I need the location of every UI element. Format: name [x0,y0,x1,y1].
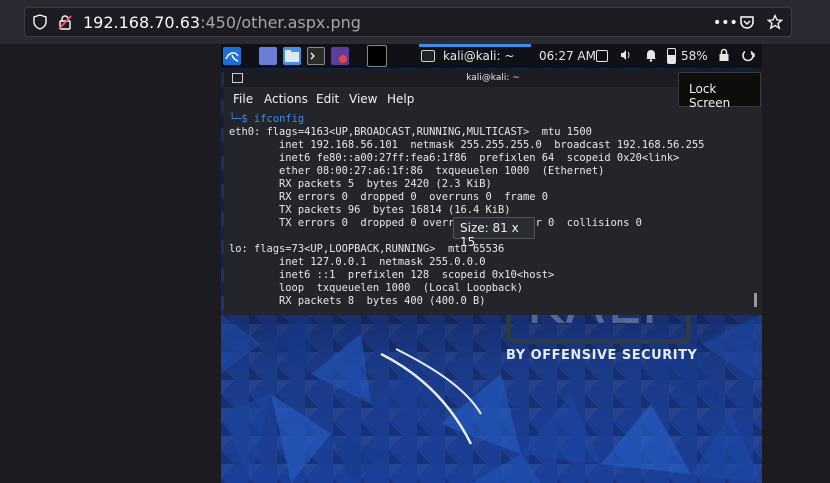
terminal-line: RX packets 8 bytes 400 (400.0 B) [229,295,486,307]
url-bar[interactable]: 192.168.70.63:450/other.aspx.png ••• [24,7,792,37]
url-host: 192.168.70.63 [83,13,201,32]
kali-tagline: BY OFFENSIVE SECURITY [506,348,698,363]
battery-icon[interactable] [667,48,676,64]
url-path: :450/other.aspx.png [200,13,361,32]
pocket-icon[interactable] [739,14,755,35]
terminal-line: inet6 fe80::a00:27ff:fea6:1f86 prefixlen… [229,152,680,164]
bookmark-star-icon[interactable] [766,13,784,35]
display-icon[interactable] [596,50,608,62]
kali-menu-icon[interactable] [223,47,241,65]
terminal-scrollbar[interactable] [754,293,757,307]
terminal-line: loop txqueuelen 1000 (Local Loopback) [229,282,524,294]
vm-screen: KALI BY OFFENSIVE SECURITY kali@kali: ~ … [221,44,762,483]
prompt-symbol: └─$ [229,113,248,125]
menu-view[interactable]: View [349,92,377,106]
terminal-prompt-line: └─$ ifconfig [229,113,304,126]
url-text[interactable]: 192.168.70.63:450/other.aspx.png [83,12,361,34]
browser-icon[interactable] [331,47,349,65]
insecure-lock-icon[interactable] [56,14,74,32]
terminal-line: RX errors 0 dropped 0 overruns 0 frame 0 [229,191,549,203]
menu-actions[interactable]: Actions [264,92,308,106]
menu-file[interactable]: File [233,92,253,106]
prompt-command: ifconfig [254,113,305,125]
logout-icon[interactable] [741,48,755,66]
shield-icon[interactable] [31,14,49,32]
terminal-line: RX packets 5 bytes 2420 (2.3 KiB) [229,178,492,190]
terminal-icon[interactable] [307,47,325,65]
notification-bell-icon[interactable] [645,48,657,66]
battery-percent: 58% [681,49,708,63]
terminal-line: inet6 ::1 prefixlen 128 scopeid 0x10<hos… [229,269,555,281]
browser-toolbar: 192.168.70.63:450/other.aspx.png ••• [0,0,830,44]
workspace-icon[interactable] [259,47,277,65]
file-manager-icon[interactable] [283,47,301,65]
terminal-line: ether 08:00:27:a6:1f:86 txqueuelen 1000 … [229,165,605,177]
taskbar-window-title[interactable]: kali@kali: ~ [443,48,514,64]
terminal-line: eth0: flags=4163<UP,BROADCAST,RUNNING,MU… [229,126,592,138]
size-tooltip: Size: 81 x 15 [453,217,535,249]
menu-help[interactable]: Help [387,92,414,106]
taskbar: kali@kali: ~ 06:27 AM 58% [221,44,762,68]
window-preview-icon[interactable] [367,45,387,67]
terminal-window-icon [421,50,435,62]
terminal-line: TX packets 96 bytes 16814 (16.4 KiB) [229,204,511,216]
lock-icon[interactable] [718,48,730,66]
volume-icon[interactable] [619,48,633,66]
lock-screen-tooltip: Lock Screen [678,72,761,110]
taskbar-clock[interactable]: 06:27 AM [539,48,596,64]
terminal-line: TX errors 0 dropped 0 overruns 0 carrier… [229,217,642,229]
more-options-icon[interactable]: ••• [713,14,738,32]
terminal-line: inet 192.168.56.101 netmask 255.255.255.… [229,139,705,151]
terminal-line: inet 127.0.0.1 netmask 255.0.0.0 [229,256,486,268]
terminal-output[interactable]: └─$ ifconfig eth0: flags=4163<UP,BROADCA… [224,111,762,315]
active-window-indicator [419,44,531,47]
menu-edit[interactable]: Edit [316,92,339,106]
